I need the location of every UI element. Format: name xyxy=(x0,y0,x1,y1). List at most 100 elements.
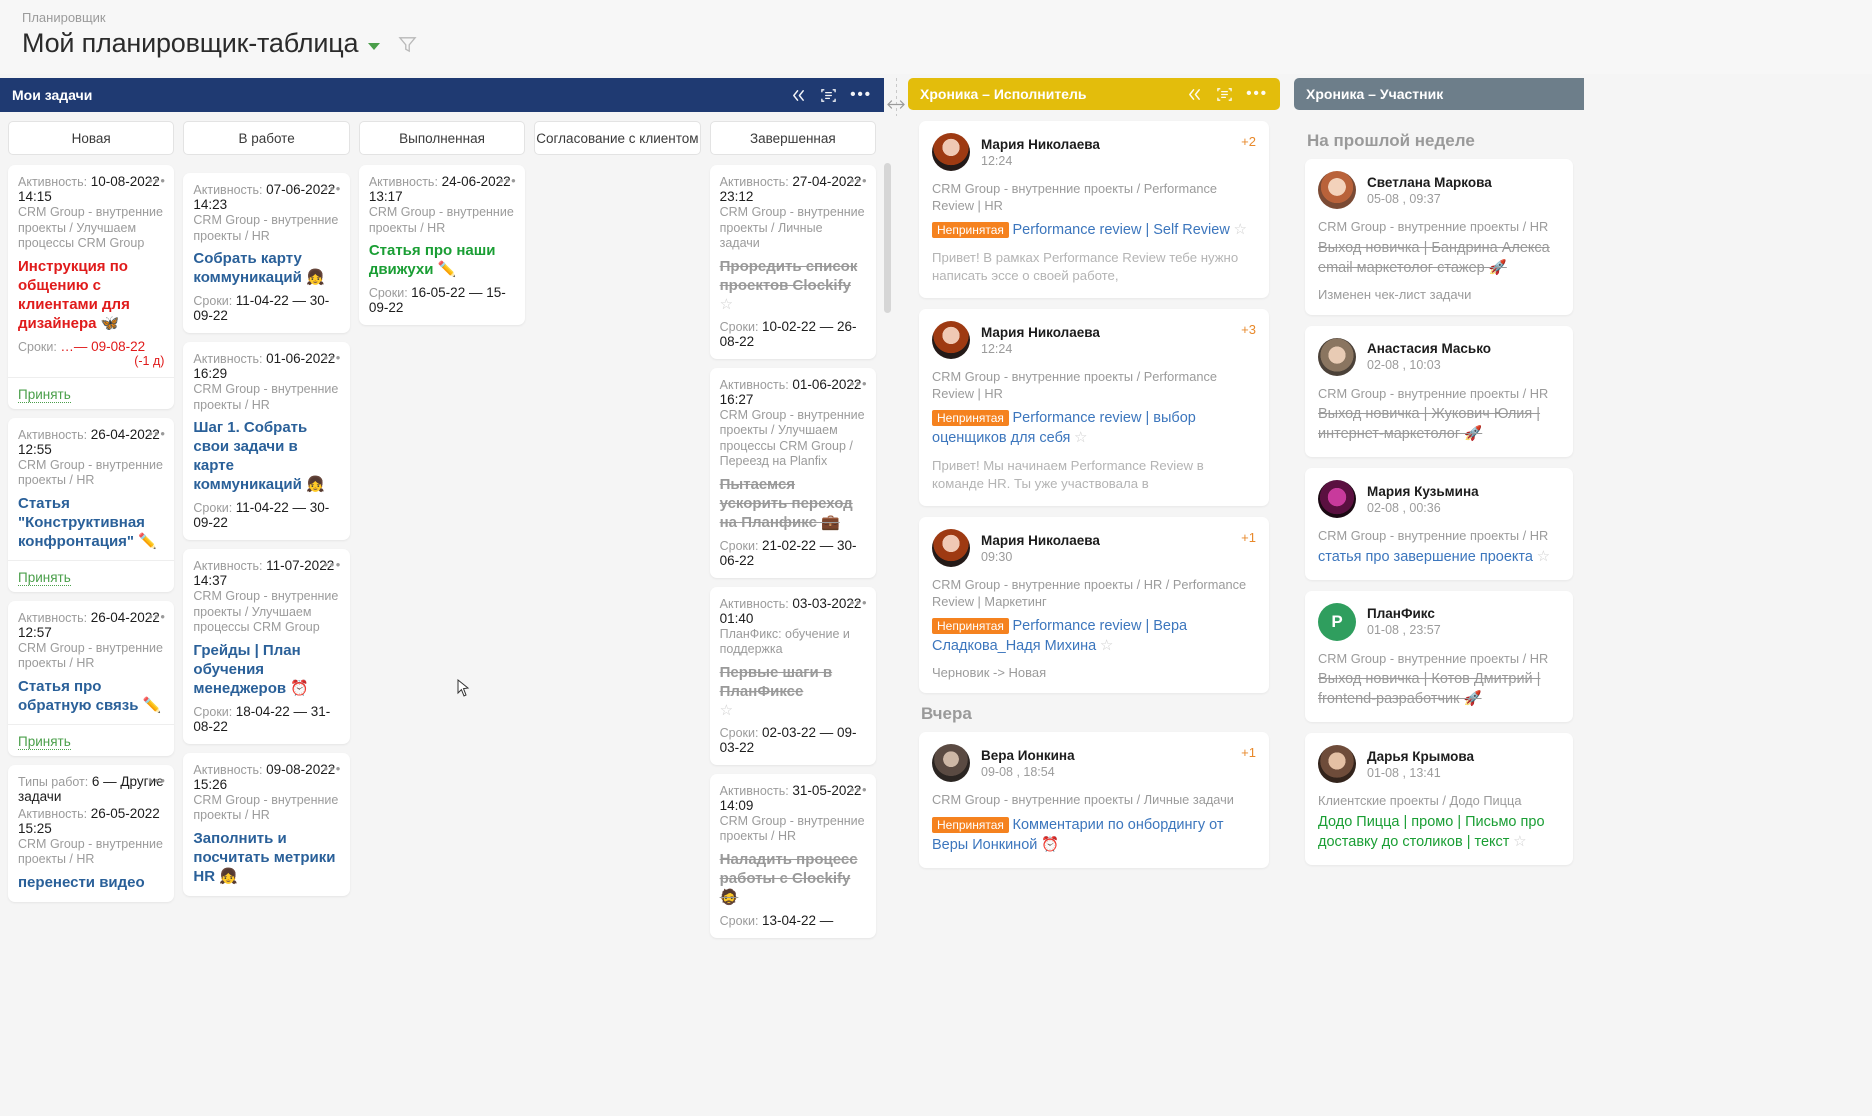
activity-label: Активность: xyxy=(719,377,789,392)
task-card[interactable]: ••• Активность: 31-05-2022 14:09 CRM Gro… xyxy=(709,773,877,938)
task-card[interactable]: ••• Активность: 03-03-2022 01:40 ПланФик… xyxy=(709,586,877,765)
task-dates: Сроки: 10-02-22 — 26-08-22 xyxy=(720,319,866,349)
tab-soglasovanie[interactable]: Согласование с клиентом xyxy=(534,121,701,155)
task-path: CRM Group - внутренние проекты / Улучшае… xyxy=(193,589,339,634)
favorite-star-icon[interactable]: ☆ xyxy=(1074,429,1087,446)
card-menu-icon[interactable]: ••• xyxy=(324,350,342,365)
task-title[interactable]: Статья про наши движухи ✏️ xyxy=(369,241,515,279)
task-title[interactable]: Первые шаги в ПланФиксе xyxy=(720,663,866,701)
favorite-star-icon[interactable]: ☆ xyxy=(720,701,866,719)
dates-label: Сроки: xyxy=(193,294,233,308)
chronicle-item[interactable]: Светлана Маркова 05-08 , 09:37 CRM Group… xyxy=(1305,159,1573,315)
card-menu-icon[interactable]: ••• xyxy=(499,173,517,188)
tab-v-rabote[interactable]: В работе xyxy=(183,121,350,155)
task-title[interactable]: Статья про обратную связь ✏️ xyxy=(18,677,164,715)
task-title[interactable]: Инструкция по общению с клиентами для ди… xyxy=(18,257,164,333)
chevron-down-icon[interactable] xyxy=(368,43,381,50)
chronicle-item[interactable]: +1 Мария Николаева 09:30 CRM Group - вну… xyxy=(919,517,1269,693)
item-link[interactable]: Выход новичка | Котов Дмитрий | frontend… xyxy=(1318,669,1560,709)
task-card[interactable]: ••• Активность: 26-04-2022 12:55 CRM Gro… xyxy=(8,417,175,592)
task-title[interactable]: Заполнить и посчитать метрики HR 👧 xyxy=(193,829,339,886)
card-menu-icon[interactable]: ••• xyxy=(850,782,868,797)
activity-time: 14:37 xyxy=(193,573,228,588)
item-link[interactable]: статья про завершение проекта xyxy=(1318,549,1533,565)
user-name: Светлана Маркова xyxy=(1367,174,1492,190)
collapse-icon[interactable] xyxy=(1186,87,1203,102)
card-menu-icon[interactable]: ••• xyxy=(148,609,166,624)
tab-zavershena[interactable]: Завершенная xyxy=(709,121,877,155)
chronicle-item[interactable]: +3 Мария Николаева 12:24 CRM Group - вну… xyxy=(919,309,1269,506)
timestamp: 01-08 , 23:57 xyxy=(1367,623,1441,637)
status-badge: Непринятая xyxy=(932,618,1009,634)
task-title[interactable]: Пытаемся ускорить переход на Планфикс 💼 xyxy=(720,475,866,532)
item-link[interactable]: Performance review | Self Review xyxy=(1013,222,1230,238)
task-dates: Сроки: 21-02-22 — 30-06-22 xyxy=(720,538,866,568)
accept-link[interactable]: Принять xyxy=(18,386,71,403)
task-path: CRM Group - внутренние проекты / HR xyxy=(193,382,339,412)
card-menu-icon[interactable]: ••• xyxy=(850,595,868,610)
panel-resize-handle[interactable] xyxy=(884,78,908,1116)
dates-label: Сроки: xyxy=(18,339,57,354)
timestamp: 09:30 xyxy=(981,549,1013,564)
timestamp: 01-08 , 13:41 xyxy=(1367,765,1441,780)
tab-novaya[interactable]: Новая xyxy=(8,121,175,155)
activity-time: 15:25 xyxy=(18,820,52,836)
task-title[interactable]: Шаг 1. Собрать свои задачи в карте комму… xyxy=(193,418,339,494)
task-card[interactable]: ••• Активность: 01-06-2022 16:27 CRM Gro… xyxy=(709,367,877,578)
layout-icon[interactable] xyxy=(1216,86,1233,103)
task-title[interactable]: Проредить список проектов Clockify xyxy=(720,257,866,295)
card-menu-icon[interactable]: ••• xyxy=(148,426,166,441)
task-title[interactable]: Наладить процесс работы с Clockify 🧔 xyxy=(720,850,866,907)
task-card[interactable]: ••• Активность: 01-06-2022 16:29 CRM Gro… xyxy=(183,342,350,540)
chronicle-item[interactable]: Мария Кузьмина 02-08 , 00:36 CRM Group -… xyxy=(1305,468,1573,580)
status-badge: Непринятая xyxy=(932,222,1009,238)
chronicle-item[interactable]: +2 Мария Николаева 12:24 CRM Group - вну… xyxy=(919,121,1269,298)
chronicle-item[interactable]: Дарья Крымова 01-08 , 13:41 Клиентские п… xyxy=(1305,733,1573,865)
activity-label: Активность: xyxy=(719,175,789,189)
card-menu-icon[interactable]: ••• xyxy=(850,173,868,188)
tab-vypolnena[interactable]: Выполненная xyxy=(358,121,526,155)
task-card[interactable]: ••• Активность: 27-04-2022 23:12 CRM Gro… xyxy=(709,165,877,359)
item-link[interactable]: Выход новичка | Бандрина Алекса email ма… xyxy=(1318,238,1560,278)
favorite-star-icon[interactable]: ☆ xyxy=(1100,637,1113,654)
task-title[interactable]: Собрать карту коммуникаций 👧 xyxy=(193,249,339,287)
accept-link[interactable]: Принять xyxy=(18,733,71,750)
overdue-badge: (-1 д) xyxy=(134,353,165,368)
item-link[interactable]: Выход новичка | Жукович Юлия | интернет-… xyxy=(1318,404,1560,444)
task-title[interactable]: Статья "Конструктивная конфронтация" ✏️ xyxy=(18,494,164,551)
collapse-icon[interactable] xyxy=(790,88,807,103)
chronicle-item[interactable]: P ПланФикс 01-08 , 23:57 CRM Group - вну… xyxy=(1305,590,1573,722)
chronicle-item[interactable]: Анастасия Масько 02-08 , 10:03 CRM Group… xyxy=(1305,325,1573,457)
chronicle-item[interactable]: +1 Вера Ионкина 09-08 , 18:54 CRM Group … xyxy=(919,732,1269,868)
card-menu-icon[interactable]: ••• xyxy=(324,761,342,776)
card-menu-icon[interactable]: ••• xyxy=(148,773,166,788)
favorite-star-icon[interactable]: ☆ xyxy=(1513,833,1526,850)
item-link[interactable]: Додо Пицца | промо | Письмо про доставку… xyxy=(1318,814,1545,850)
task-card[interactable]: ••• Активность: 11-07-2022 14:37 CRM Gro… xyxy=(183,549,350,744)
task-title[interactable]: Грейды | План обучения менеджеров ⏰ xyxy=(193,641,339,698)
card-menu-icon[interactable]: ••• xyxy=(324,557,342,572)
item-note: Черновик -> Новая xyxy=(932,665,1047,680)
resize-arrows-icon[interactable] xyxy=(887,98,905,113)
layout-icon[interactable] xyxy=(820,87,837,104)
task-card[interactable]: ••• Активность: 26-04-2022 12:57 CRM Gro… xyxy=(8,600,175,756)
task-title[interactable]: перенести видео xyxy=(18,873,164,892)
item-path: CRM Group - внутренние проекты / HR xyxy=(1318,385,1549,401)
more-icon[interactable]: ••• xyxy=(1246,86,1268,101)
funnel-icon[interactable] xyxy=(398,35,417,57)
favorite-star-icon[interactable]: ☆ xyxy=(1233,221,1246,238)
item-path: CRM Group - внутренние проекты / HR / Pe… xyxy=(932,577,1247,609)
task-card[interactable]: ••• Типы работ: 6 — Другие задачи Активн… xyxy=(8,764,175,902)
card-menu-icon[interactable]: ••• xyxy=(324,181,342,196)
accept-link[interactable]: Принять xyxy=(18,569,71,586)
task-card[interactable]: ••• Активность: 10-08-2022 14:15 CRM Gro… xyxy=(8,165,175,409)
task-card[interactable]: ••• Активность: 07-06-2022 14:23 CRM Gro… xyxy=(183,173,350,333)
more-icon[interactable]: ••• xyxy=(850,87,872,102)
task-card[interactable]: ••• Активность: 09-08-2022 15:26 CRM Gro… xyxy=(183,752,350,896)
card-menu-icon[interactable]: ••• xyxy=(850,376,868,391)
favorite-star-icon[interactable]: ☆ xyxy=(1537,548,1550,565)
dates-label: Сроки: xyxy=(719,913,759,928)
task-card[interactable]: ••• Активность: 24-06-2022 13:17 CRM Gro… xyxy=(358,165,526,325)
card-menu-icon[interactable]: ••• xyxy=(148,173,166,188)
favorite-star-icon[interactable]: ☆ xyxy=(720,295,866,313)
